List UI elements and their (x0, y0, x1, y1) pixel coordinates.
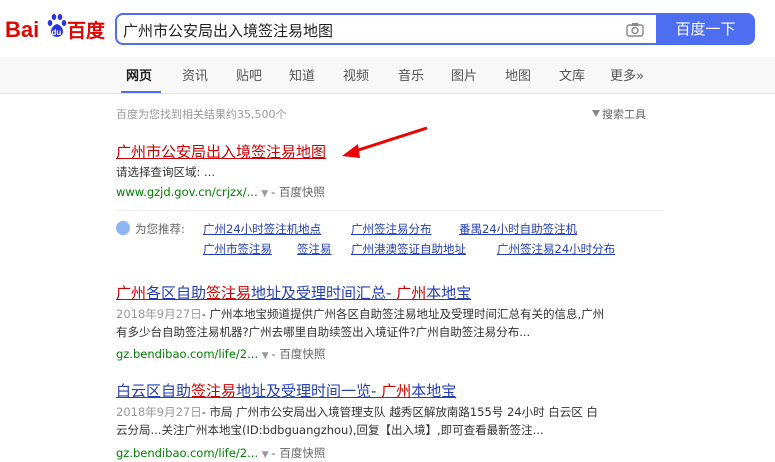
paw-icon (116, 221, 130, 235)
dropdown-icon[interactable]: ▼ (262, 351, 272, 361)
result-title[interactable]: 白云区自助签注易地址及受理时间一览- 广州本地宝 (116, 380, 456, 401)
snapshot-label[interactable]: 百度快照 (279, 185, 325, 199)
recommend-link[interactable]: 广州签注易24小时分布 (497, 241, 615, 257)
baidu-logo[interactable]: Bai du 百度 (5, 8, 107, 48)
result-date: 2018年9月27日 (116, 307, 202, 321)
snapshot-label[interactable]: 百度快照 (279, 347, 325, 361)
abstract-line: 2018年9月27日- 市局 广州市公安局出入境管理支队 越秀区解放南路155号… (116, 405, 598, 419)
filter-icon (592, 110, 600, 117)
recommend-link[interactable]: 广州港澳签证自助地址 (351, 241, 466, 257)
result-count: 百度为您找到相关结果约35,500个 (116, 108, 287, 121)
result-title[interactable]: 广州各区自助签注易地址及受理时间汇总- 广州本地宝 (116, 282, 471, 303)
search-button[interactable]: 百度一下 (656, 13, 755, 45)
tab-web[interactable]: 网页 (126, 65, 152, 84)
tab-video[interactable]: 视频 (343, 65, 369, 84)
search-query[interactable]: 广州市公安局出入境签注易地图 (123, 20, 333, 41)
result-abstract: 2018年9月27日- 广州本地宝频道提供广州各区自助签注易地址及受理时间汇总有… (116, 305, 656, 341)
camera-icon[interactable] (626, 22, 644, 37)
recommend-link[interactable]: 广州签注易分布 (351, 221, 432, 237)
tab-tieba[interactable]: 贴吧 (236, 65, 262, 84)
recommend-divider (116, 210, 664, 211)
dropdown-icon[interactable]: ▼ (262, 450, 272, 460)
annotation-arrow (342, 126, 428, 158)
svg-text:du: du (52, 28, 62, 37)
tab-more[interactable]: 更多» (610, 65, 644, 84)
recommend-label: 为您推荐: (135, 222, 185, 236)
result-url[interactable]: gz.bendibao.com/life/2... (116, 347, 258, 361)
result-url[interactable]: www.gzjd.gov.cn/crjzx/... (116, 185, 258, 199)
dropdown-icon[interactable]: ▼ (261, 189, 271, 199)
abstract-line: 云分局...关注广州本地宝(ID:bdbguangzhou),回复【出入境】,即… (116, 423, 544, 437)
search-tools-button[interactable]: 搜索工具 (592, 106, 646, 122)
search-tabs: 网页 资讯 贴吧 知道 视频 音乐 图片 地图 文库 更多» (0, 57, 775, 94)
recommend-link[interactable]: 签注易 (297, 241, 332, 257)
result-snapshot-link[interactable]: - 百度快照 (272, 347, 326, 361)
search-tools-label: 搜索工具 (602, 108, 646, 121)
tab-wenku[interactable]: 文库 (559, 65, 585, 84)
tab-news[interactable]: 资讯 (182, 65, 208, 84)
result-source: gz.bendibao.com/life/2... ▼ - 百度快照 (116, 445, 325, 461)
snapshot-label[interactable]: 百度快照 (279, 446, 325, 460)
tab-images[interactable]: 图片 (451, 65, 477, 84)
result-url[interactable]: gz.bendibao.com/life/2... (116, 446, 258, 460)
recommend-link[interactable]: 广州24小时签注机地点 (203, 221, 321, 237)
result-date: 2018年9月27日 (116, 405, 202, 419)
recommend-link[interactable]: 广州市签注易 (203, 241, 272, 257)
active-tab-indicator (121, 91, 161, 93)
header: Bai du 百度 广州市公安局出入境签注易地图 百度一下 (0, 0, 775, 57)
abstract-line: 2018年9月27日- 广州本地宝频道提供广州各区自助签注易地址及受理时间汇总有… (116, 307, 605, 321)
tab-zhidao[interactable]: 知道 (289, 65, 315, 84)
svg-text:百度: 百度 (67, 19, 106, 42)
abstract-line: 有多少台自助签注易机器?广州去哪里自助续签出入境证件?广州自助签注易分布... (116, 325, 531, 339)
tab-music[interactable]: 音乐 (398, 65, 424, 84)
svg-text:Bai: Bai (5, 17, 39, 42)
result-source: www.gzjd.gov.cn/crjzx/... ▼ - 百度快照 (116, 184, 325, 200)
result-title[interactable]: 广州市公安局出入境签注易地图 (116, 141, 326, 162)
tab-map[interactable]: 地图 (505, 65, 531, 84)
result-snapshot-link[interactable]: - 百度快照 (272, 446, 326, 460)
result-snapshot-link[interactable]: - 百度快照 (271, 185, 325, 199)
search-input[interactable]: 广州市公安局出入境签注易地图 (115, 13, 656, 45)
result-abstract: 请选择查询区域: ... (116, 165, 215, 179)
result-source: gz.bendibao.com/life/2... ▼ - 百度快照 (116, 346, 325, 362)
recommend-link[interactable]: 番禺24小时自助签注机 (459, 221, 577, 237)
result-abstract: 2018年9月27日- 市局 广州市公安局出入境管理支队 越秀区解放南路155号… (116, 403, 656, 439)
